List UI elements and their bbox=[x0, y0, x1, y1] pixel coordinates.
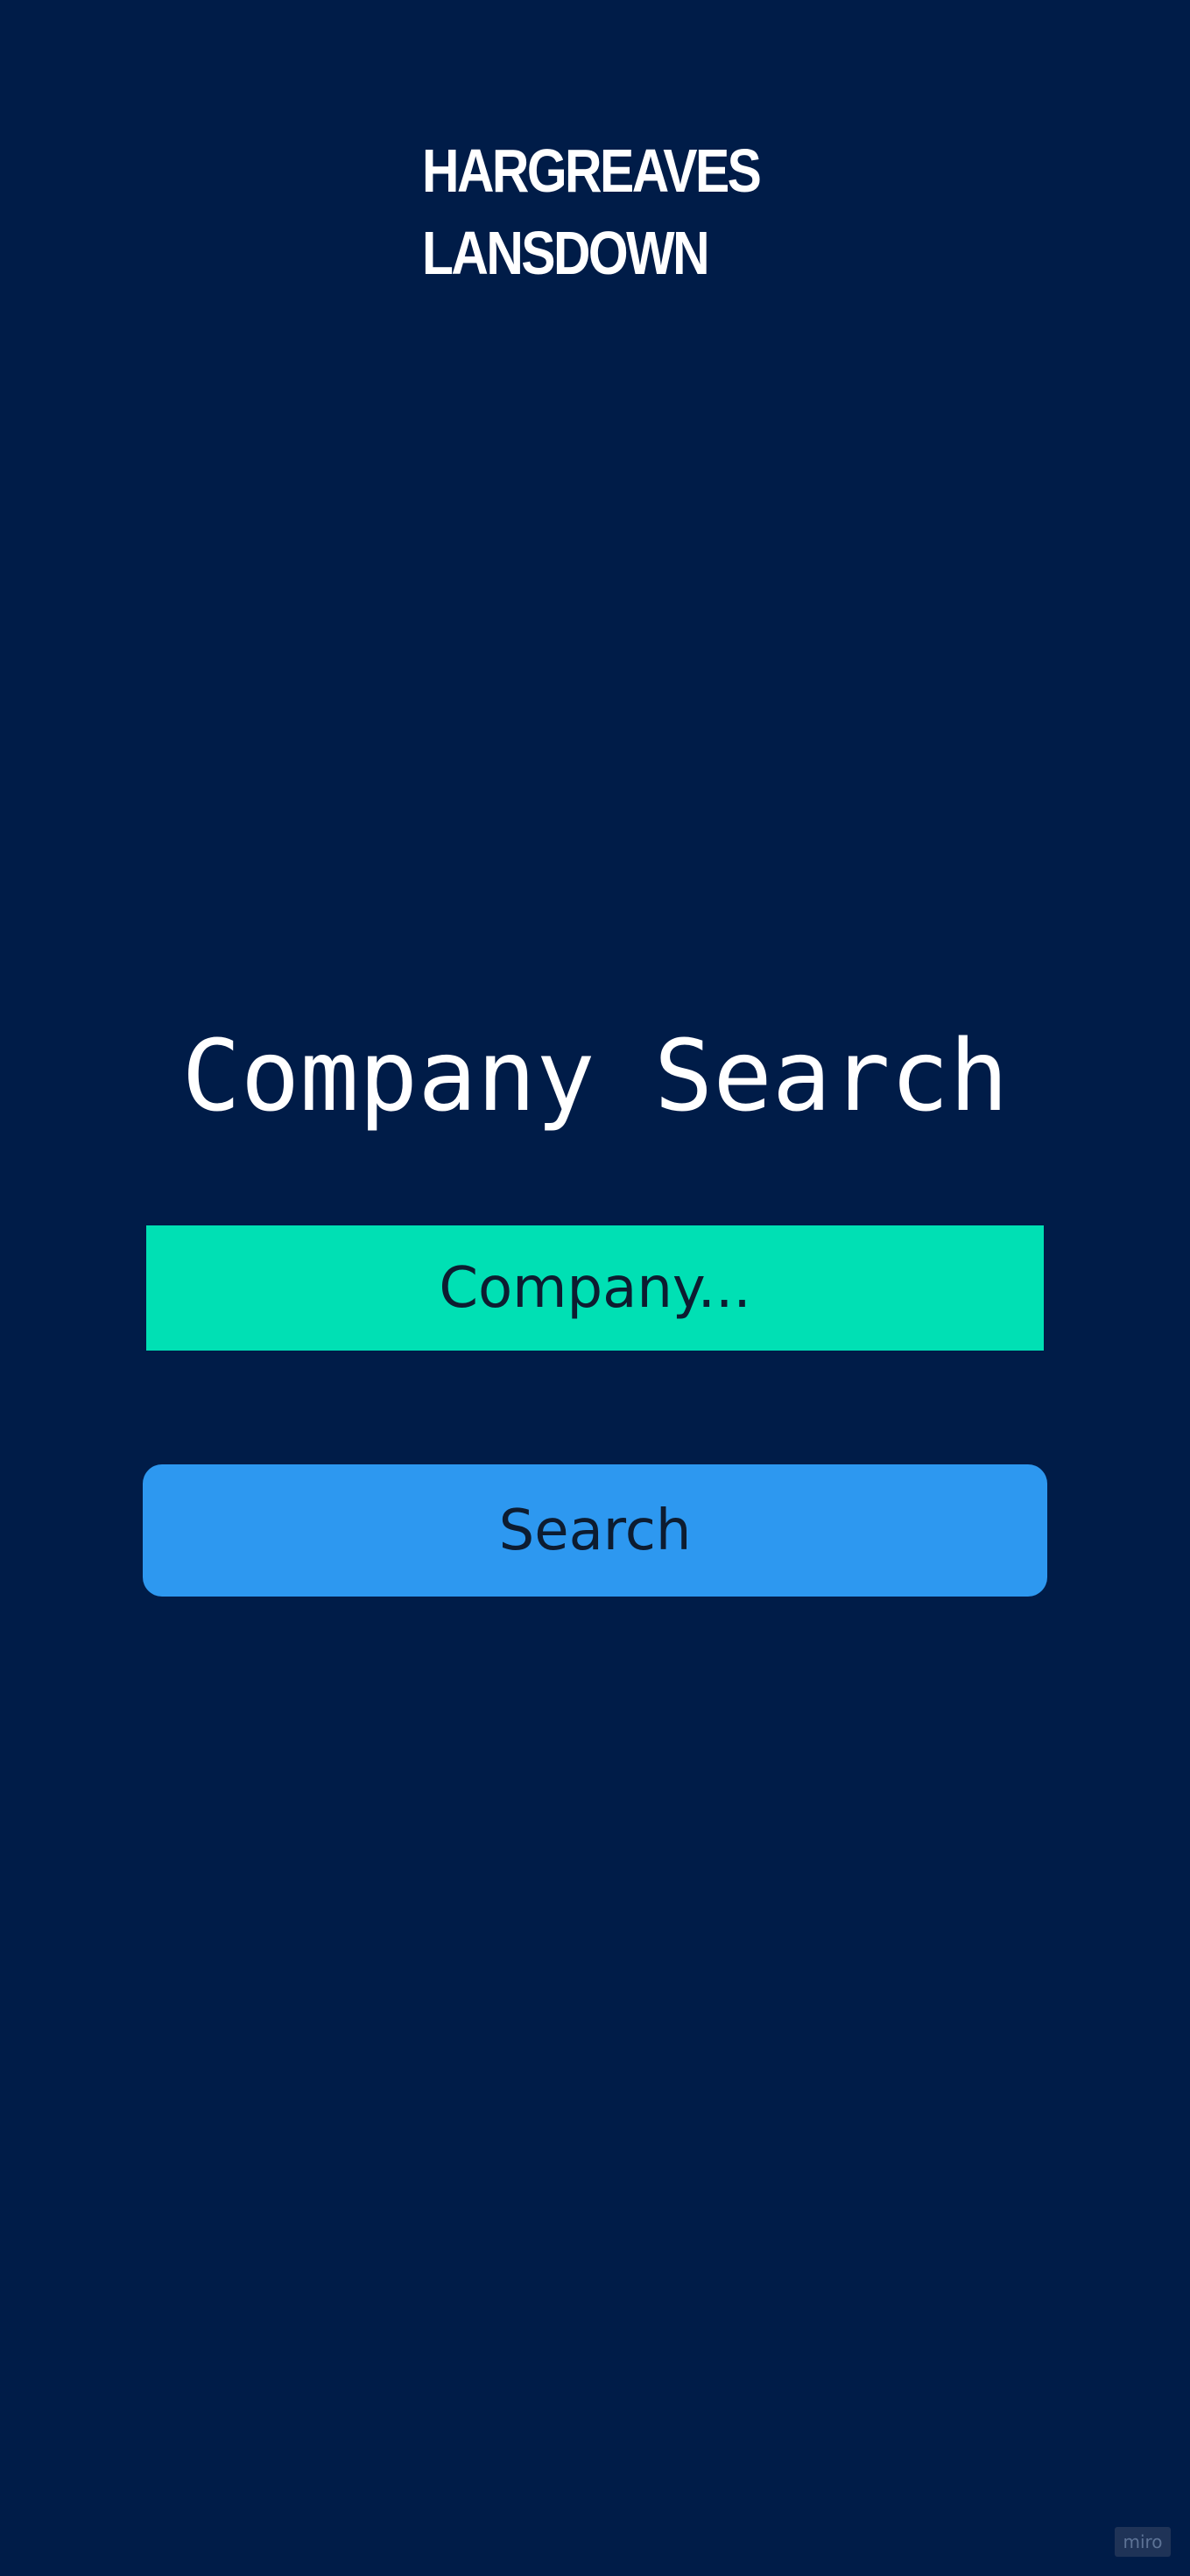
search-button[interactable]: Search bbox=[143, 1464, 1047, 1597]
logo-line-2: LANSDOWN bbox=[422, 219, 710, 287]
company-search-input[interactable] bbox=[146, 1225, 1044, 1351]
brand-logo: HARGREAVES LANSDOWN bbox=[422, 130, 762, 294]
miro-watermark: miro bbox=[1115, 2527, 1171, 2557]
page-title: Company Search bbox=[181, 1020, 1009, 1134]
logo-line-1: HARGREAVES bbox=[422, 137, 762, 205]
